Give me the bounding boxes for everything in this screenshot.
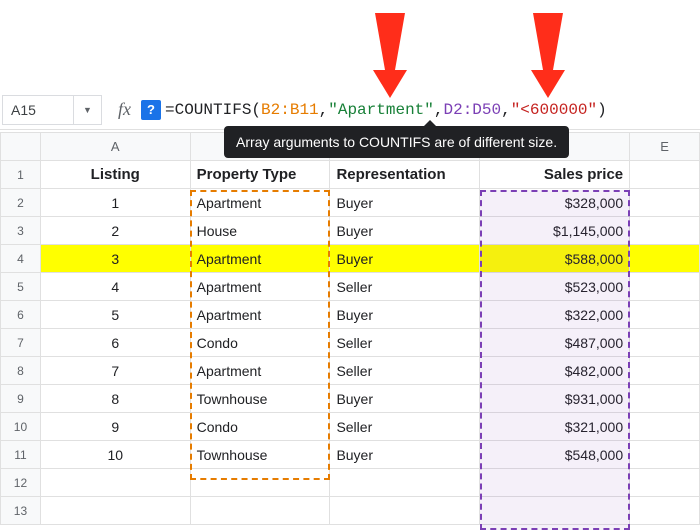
cell[interactable]: Condo [190, 329, 330, 357]
cell[interactable]: $321,000 [480, 413, 630, 441]
cell[interactable] [480, 469, 630, 497]
cell[interactable] [630, 329, 700, 357]
cell[interactable]: Apartment [190, 273, 330, 301]
formula-error-tooltip: Array arguments to COUNTIFS are of diffe… [224, 126, 569, 158]
cell[interactable]: $328,000 [480, 189, 630, 217]
cell[interactable]: Townhouse [190, 385, 330, 413]
cell[interactable]: $588,000 [480, 245, 630, 273]
cell[interactable] [630, 441, 700, 469]
annotation-arrow-right [513, 8, 583, 98]
cell[interactable] [630, 497, 700, 525]
formula-crit2: "<600000" [511, 101, 597, 119]
cell[interactable]: $548,000 [480, 441, 630, 469]
cell[interactable]: Buyer [330, 245, 480, 273]
cell[interactable]: Apartment [190, 189, 330, 217]
formula-help-icon[interactable]: ? [141, 100, 161, 120]
cell[interactable]: $931,000 [480, 385, 630, 413]
col-header-A[interactable]: A [40, 133, 190, 161]
corner-cell[interactable] [1, 133, 41, 161]
cell[interactable]: 5 [40, 301, 190, 329]
col-header-E[interactable]: E [630, 133, 700, 161]
cell[interactable] [630, 413, 700, 441]
row-header[interactable]: 9 [1, 385, 41, 413]
row-header[interactable]: 10 [1, 413, 41, 441]
cell[interactable] [330, 469, 480, 497]
cell[interactable]: $1,145,000 [480, 217, 630, 245]
cell[interactable] [630, 273, 700, 301]
cell[interactable]: Buyer [330, 189, 480, 217]
cell[interactable]: $523,000 [480, 273, 630, 301]
cell[interactable]: $487,000 [480, 329, 630, 357]
cell[interactable] [40, 469, 190, 497]
formula-bar: A15 ▼ fx ? =COUNTIFS(B2:B11,"Apartment",… [0, 90, 700, 130]
chevron-down-icon: ▼ [83, 105, 92, 115]
spreadsheet-grid: A B C D E 1ListingProperty TypeRepresent… [0, 132, 700, 525]
cell[interactable]: Listing [40, 161, 190, 189]
cell[interactable]: Buyer [330, 301, 480, 329]
formula-range1: B2:B11 [261, 101, 319, 119]
row-header[interactable]: 13 [1, 497, 41, 525]
cell[interactable] [630, 217, 700, 245]
cell[interactable] [330, 497, 480, 525]
cell[interactable]: 7 [40, 357, 190, 385]
cell[interactable] [630, 189, 700, 217]
cell[interactable]: Seller [330, 357, 480, 385]
cell[interactable] [630, 301, 700, 329]
cell[interactable]: Townhouse [190, 441, 330, 469]
cell[interactable] [630, 469, 700, 497]
row-header[interactable]: 7 [1, 329, 41, 357]
cell[interactable]: 10 [40, 441, 190, 469]
cell[interactable] [630, 245, 700, 273]
row-header[interactable]: 1 [1, 161, 41, 189]
cell[interactable]: Seller [330, 413, 480, 441]
row-header[interactable]: 11 [1, 441, 41, 469]
cell[interactable]: 2 [40, 217, 190, 245]
cell[interactable]: Apartment [190, 301, 330, 329]
cell[interactable]: Condo [190, 413, 330, 441]
cell[interactable]: Seller [330, 273, 480, 301]
formula-func: =COUNTIFS [165, 101, 251, 119]
annotation-arrow-left [355, 8, 425, 98]
cell[interactable]: 4 [40, 273, 190, 301]
row-header[interactable]: 3 [1, 217, 41, 245]
cell[interactable]: Buyer [330, 441, 480, 469]
formula-crit1: "Apartment" [328, 101, 434, 119]
cell[interactable]: 1 [40, 189, 190, 217]
cell[interactable] [40, 497, 190, 525]
row-header[interactable]: 6 [1, 301, 41, 329]
cell[interactable]: Sales price [480, 161, 630, 189]
cell[interactable]: 8 [40, 385, 190, 413]
row-header[interactable]: 12 [1, 469, 41, 497]
formula-input[interactable]: =COUNTIFS(B2:B11,"Apartment",D2:D50,"<60… [165, 101, 607, 119]
cell[interactable] [190, 497, 330, 525]
cell[interactable]: Representation [330, 161, 480, 189]
cell[interactable] [480, 497, 630, 525]
cell[interactable]: 9 [40, 413, 190, 441]
cell[interactable]: $322,000 [480, 301, 630, 329]
cell[interactable] [190, 469, 330, 497]
cell[interactable]: Apartment [190, 357, 330, 385]
cell[interactable]: 3 [40, 245, 190, 273]
row-header[interactable]: 2 [1, 189, 41, 217]
name-box[interactable]: A15 [2, 95, 74, 125]
cell[interactable] [630, 385, 700, 413]
cell[interactable]: Buyer [330, 217, 480, 245]
row-header[interactable]: 4 [1, 245, 41, 273]
cell[interactable]: Property Type [190, 161, 330, 189]
cell[interactable]: House [190, 217, 330, 245]
cell[interactable]: Buyer [330, 385, 480, 413]
row-header[interactable]: 8 [1, 357, 41, 385]
fx-label: fx [118, 99, 131, 120]
formula-range2: D2:D50 [443, 101, 501, 119]
cell[interactable]: Apartment [190, 245, 330, 273]
cell[interactable]: 6 [40, 329, 190, 357]
cell[interactable] [630, 161, 700, 189]
cell[interactable]: Seller [330, 329, 480, 357]
cell[interactable]: $482,000 [480, 357, 630, 385]
cell[interactable] [630, 357, 700, 385]
name-box-dropdown[interactable]: ▼ [74, 95, 102, 125]
row-header[interactable]: 5 [1, 273, 41, 301]
